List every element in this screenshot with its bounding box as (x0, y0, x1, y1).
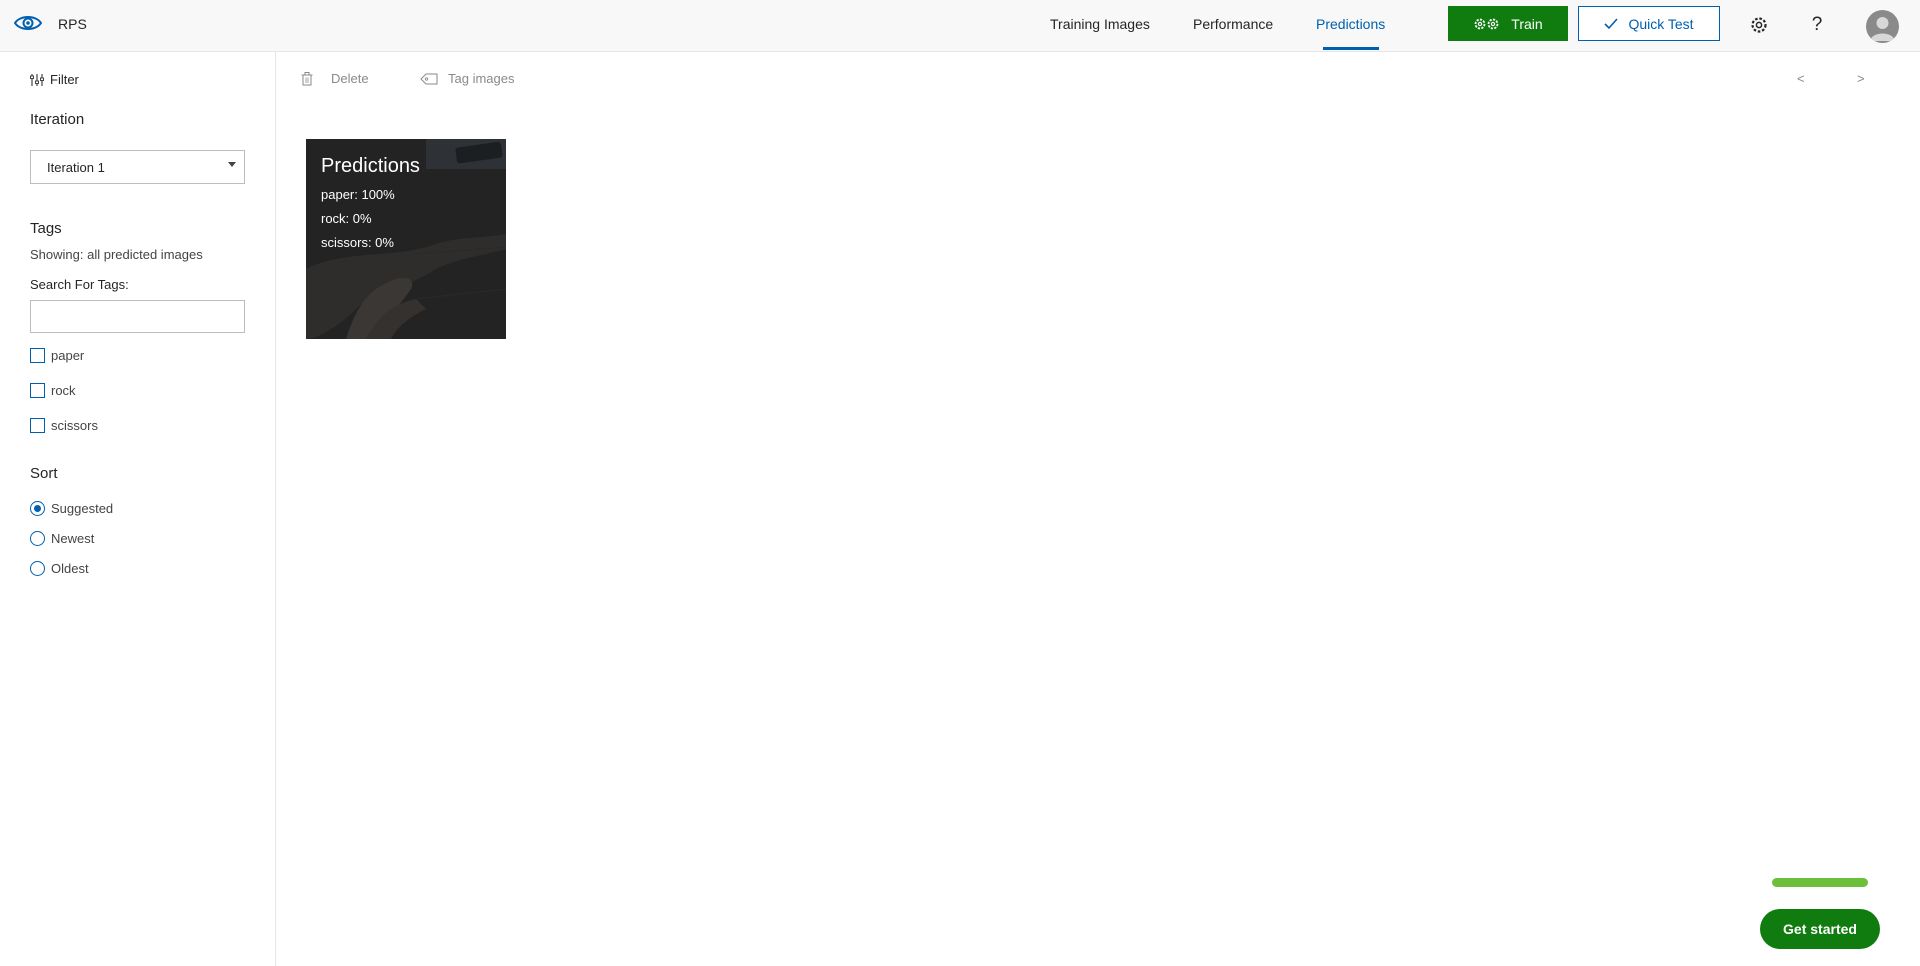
filter-sliders-icon (30, 73, 44, 86)
tags-heading: Tags (30, 220, 62, 237)
tag-icon (420, 73, 438, 84)
trash-icon (301, 71, 313, 85)
iteration-select[interactable]: Iteration 1 (30, 150, 245, 184)
tag-images-label: Tag images (448, 71, 515, 86)
tag-checkbox-paper[interactable]: paper (30, 348, 84, 363)
active-tab-indicator (1323, 47, 1379, 50)
train-button[interactable]: Train (1448, 6, 1568, 41)
sort-option-suggested[interactable]: Suggested (30, 501, 113, 516)
filter-toggle[interactable]: Filter (30, 72, 79, 87)
sort-option-label: Suggested (51, 501, 114, 516)
chevron-down-icon (228, 162, 236, 167)
help-icon[interactable]: ? (1806, 14, 1828, 36)
gear-icon[interactable] (1748, 14, 1770, 36)
tag-images-button[interactable]: Tag images (420, 71, 514, 86)
prediction-image-card[interactable]: Predictions paper: 100% rock: 0% scissor… (306, 139, 506, 339)
checkbox[interactable] (30, 418, 45, 433)
prediction-paper: paper: 100% (321, 187, 395, 202)
checkmark-icon (1604, 17, 1619, 29)
project-title[interactable]: RPS (58, 16, 87, 32)
quick-test-label: Quick Test (1628, 15, 1694, 32)
search-tags-input[interactable] (30, 300, 245, 333)
delete-button[interactable]: Delete (301, 71, 369, 86)
radio-button[interactable] (30, 531, 45, 546)
tab-predictions[interactable]: Predictions (1316, 16, 1385, 32)
train-label: Train (1511, 15, 1543, 32)
checkbox[interactable] (30, 383, 45, 398)
tag-checkbox-scissors[interactable]: scissors (30, 418, 98, 433)
filter-sidebar: Filter Iteration Iteration 1 Tags Showin… (0, 52, 276, 966)
tag-label: scissors (51, 418, 98, 433)
next-page-button[interactable]: > (1857, 71, 1865, 86)
prediction-overlay-title: Predictions (321, 155, 420, 177)
sort-option-label: Newest (51, 531, 95, 546)
avatar[interactable] (1866, 10, 1899, 43)
get-started-button[interactable]: Get started (1760, 909, 1880, 949)
filter-label: Filter (50, 72, 79, 87)
tag-checkbox-rock[interactable]: rock (30, 383, 76, 398)
radio-button[interactable] (30, 501, 45, 516)
sort-option-label: Oldest (51, 561, 89, 576)
top-header: RPS Training Images Performance Predicti… (0, 0, 1920, 52)
checkbox[interactable] (30, 348, 45, 363)
gears-icon (1474, 18, 1499, 29)
tag-label: rock (51, 383, 76, 398)
eye-logo-icon[interactable] (14, 12, 42, 34)
sort-option-oldest[interactable]: Oldest (30, 561, 89, 576)
prediction-scissors: scissors: 0% (321, 235, 394, 250)
sort-heading: Sort (30, 465, 58, 482)
search-tags-label: Search For Tags: (30, 277, 129, 292)
radio-button[interactable] (30, 561, 45, 576)
iteration-heading: Iteration (30, 111, 85, 128)
tags-showing-text: Showing: all predicted images (30, 247, 203, 262)
tag-label: paper (51, 348, 85, 363)
get-started-progress-bar (1772, 878, 1868, 887)
user-icon (1870, 17, 1895, 41)
sort-option-newest[interactable]: Newest (30, 531, 94, 546)
delete-label: Delete (331, 71, 369, 86)
tab-training-images[interactable]: Training Images (1050, 16, 1150, 32)
quick-test-button[interactable]: Quick Test (1578, 6, 1720, 41)
previous-page-button[interactable]: < (1797, 71, 1805, 86)
iteration-select-value: Iteration 1 (47, 160, 105, 175)
tab-performance[interactable]: Performance (1193, 16, 1273, 32)
prediction-rock: rock: 0% (321, 211, 372, 226)
